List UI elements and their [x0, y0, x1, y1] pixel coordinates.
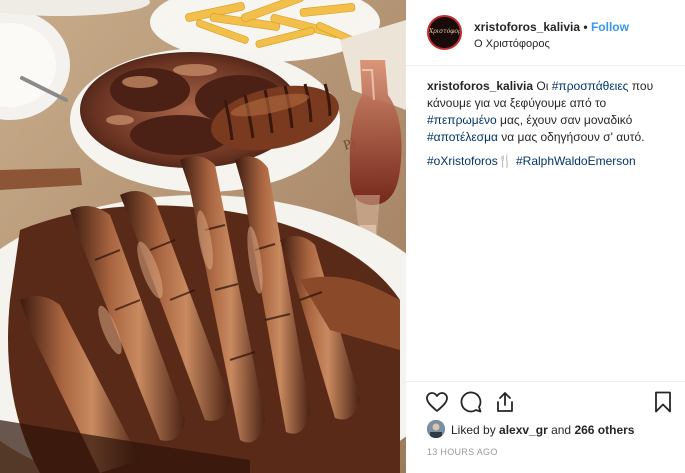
post-photo[interactable]: PI [0, 0, 406, 473]
share-icon[interactable] [493, 390, 517, 414]
avatar-logo: Χριστόφορος [429, 28, 462, 35]
likes-middle: and [547, 423, 575, 437]
caption-username[interactable]: xristoforos_kalivia [427, 79, 533, 93]
likes-count[interactable]: 266 others [574, 423, 634, 437]
location-link[interactable]: Ο Χριστόφορος [474, 38, 550, 50]
post-caption: xristoforos_kalivia Οι #προσπάθειες που … [427, 78, 677, 146]
comment-icon[interactable] [459, 390, 483, 414]
hashtag-link[interactable]: #RalphWaldoEmerson [516, 154, 636, 168]
profile-avatar[interactable]: Χριστόφορος [427, 15, 462, 50]
liker-avatar[interactable] [427, 420, 445, 438]
action-bar [406, 381, 685, 421]
bookmark-icon[interactable] [651, 390, 675, 414]
likes-prefix: Liked by [451, 423, 500, 437]
hashtag-link[interactable]: #πεπρωμένο [427, 113, 497, 127]
caption-text: Οι [533, 79, 552, 93]
hashtag-link[interactable]: #προσπάθειες [552, 79, 629, 93]
caption-text: μας, έχουν σαν μοναδικό [496, 113, 633, 127]
grilled-meat-photo: PI [0, 0, 406, 473]
post-hashtags: #oXristoforos🍴 #RalphWaldoEmerson [427, 153, 677, 170]
hashtag-link[interactable]: #oXristoforos [427, 154, 498, 168]
liker-username[interactable]: alexv_gr [499, 423, 548, 437]
heart-icon[interactable] [425, 390, 449, 414]
instagram-post: PI Χριστόφορ xristoforos_kalivia • Follo… [0, 0, 685, 473]
cutlery-emoji: 🍴 [497, 154, 513, 168]
caption-text: να μας οδηγήσουν σ' αυτό. [497, 130, 645, 144]
header-username[interactable]: xristoforos_kalivia [474, 20, 580, 34]
header-separator: • [583, 20, 588, 34]
follow-button[interactable]: Follow [591, 20, 629, 34]
post-timestamp[interactable]: 13 HOURS AGO [427, 447, 498, 457]
hashtag-link[interactable]: #αποτέλεσμα [427, 130, 498, 144]
post-side-panel: Χριστόφορος xristoforos_kalivia • Follow… [406, 0, 685, 473]
post-header: Χριστόφορος xristoforos_kalivia • Follow… [406, 0, 685, 66]
likes-text: Liked by alexv_gr and 266 others [451, 423, 634, 437]
header-username-row: xristoforos_kalivia • Follow [474, 20, 629, 34]
